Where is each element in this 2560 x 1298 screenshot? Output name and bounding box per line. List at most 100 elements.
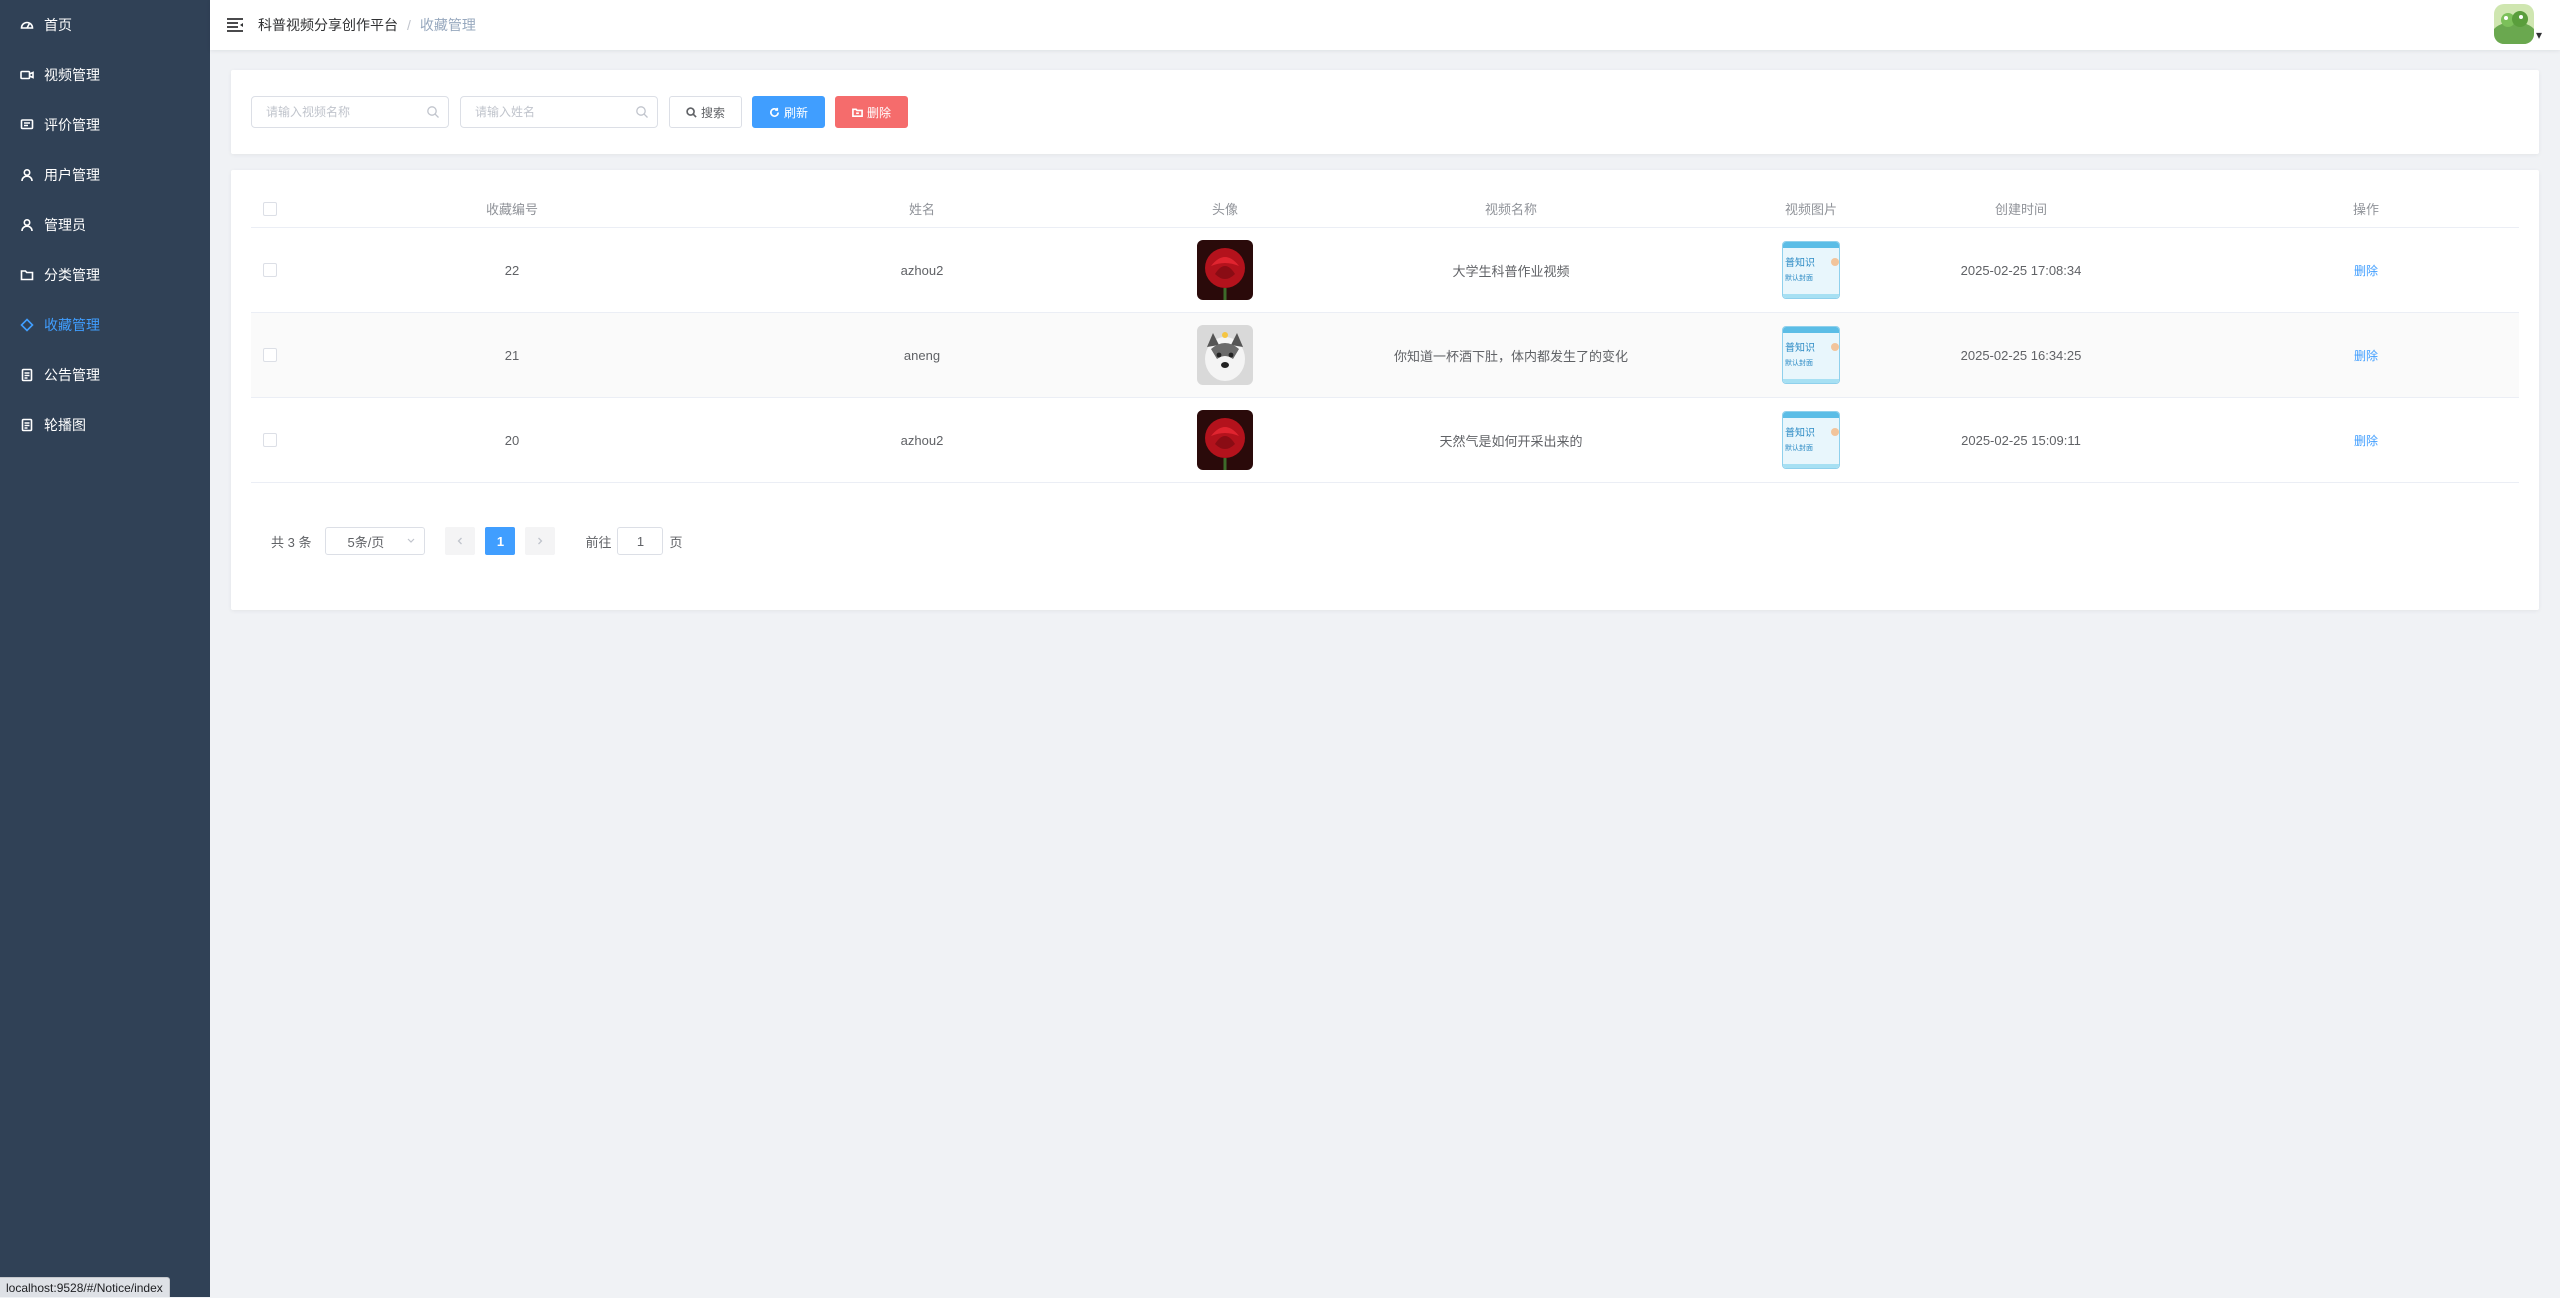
user-name-input[interactable] bbox=[475, 105, 625, 119]
folder-delete-icon bbox=[852, 107, 863, 118]
video-name-input[interactable] bbox=[266, 105, 416, 119]
row-checkbox[interactable] bbox=[263, 263, 277, 277]
video-name: 天然气是如何开采出来的 bbox=[1301, 398, 1721, 482]
user-avatar-image[interactable] bbox=[1197, 325, 1253, 385]
sidebar-item-label: 分类管理 bbox=[44, 265, 100, 285]
video-name: 大学生科普作业视频 bbox=[1301, 228, 1721, 312]
sidebar: 首页 视频管理 评价管理 用户管理 管理员 分类管理 收藏管理 公告管理 轮播图 bbox=[0, 0, 210, 1297]
page-size-value: 5条/页 bbox=[347, 532, 384, 551]
breadcrumb: 科普视频分享创作平台 / 收藏管理 bbox=[258, 15, 476, 35]
table-row: 20 azhou2 天然气是如何开采出来的 普知识默认封面 2025-02-25… bbox=[251, 398, 2519, 483]
hamburger-menu-icon[interactable] bbox=[225, 15, 245, 35]
video-thumbnail[interactable]: 普知识默认封面 bbox=[1782, 326, 1840, 384]
sidebar-item-video[interactable]: 视频管理 bbox=[0, 50, 210, 100]
chevron-right-icon bbox=[535, 536, 545, 546]
prev-page-button[interactable] bbox=[445, 527, 475, 555]
goto-page-input[interactable] bbox=[617, 527, 663, 555]
delete-link[interactable]: 删除 bbox=[2354, 262, 2378, 279]
thumbnail-title: 普知识 bbox=[1785, 341, 1815, 354]
column-header-name: 姓名 bbox=[811, 190, 1033, 227]
video-picture-cell: 普知识默认封面 bbox=[1761, 313, 1861, 397]
next-page-button[interactable] bbox=[525, 527, 555, 555]
created-time: 2025-02-25 15:09:11 bbox=[1871, 398, 2171, 482]
chevron-left-icon bbox=[455, 536, 465, 546]
admin-icon bbox=[20, 218, 34, 232]
column-header-avatar: 头像 bbox=[1191, 190, 1259, 227]
created-time: 2025-02-25 16:34:25 bbox=[1871, 313, 2171, 397]
user-avatar-dropdown[interactable]: ▾ bbox=[2494, 4, 2542, 44]
row-checkbox[interactable] bbox=[263, 433, 277, 447]
search-button-label: 搜索 bbox=[701, 104, 725, 121]
select-all-checkbox[interactable] bbox=[263, 202, 277, 216]
sidebar-item-notices[interactable]: 公告管理 bbox=[0, 350, 210, 400]
picture-icon bbox=[20, 418, 34, 432]
column-header-video-name: 视频名称 bbox=[1301, 190, 1721, 227]
video-picture-cell: 普知识默认封面 bbox=[1761, 228, 1861, 312]
video-camera-icon bbox=[20, 68, 34, 82]
delete-link[interactable]: 删除 bbox=[2354, 347, 2378, 364]
search-icon bbox=[426, 105, 440, 119]
search-button[interactable]: 搜索 bbox=[669, 96, 742, 128]
favorite-id: 20 bbox=[401, 398, 623, 482]
document-icon bbox=[20, 368, 34, 382]
video-name: 你知道一杯酒下肚，体内都发生了的变化 bbox=[1301, 313, 1721, 397]
comment-icon bbox=[20, 118, 34, 132]
thumbnail-title: 普知识 bbox=[1785, 256, 1815, 269]
favorites-table: 收藏编号 姓名 头像 视频名称 视频图片 创建时间 操作 22 azhou2 大… bbox=[251, 190, 2519, 483]
refresh-button[interactable]: 刷新 bbox=[752, 96, 825, 128]
thumbnail-subtitle: 默认封面 bbox=[1785, 443, 1813, 452]
sidebar-item-categories[interactable]: 分类管理 bbox=[0, 250, 210, 300]
column-header-created-time: 创建时间 bbox=[1871, 190, 2171, 227]
sidebar-item-home[interactable]: 首页 bbox=[0, 0, 210, 50]
thumbnail-title: 普知识 bbox=[1785, 426, 1815, 439]
sidebar-item-label: 评价管理 bbox=[44, 115, 100, 135]
sidebar-item-favorites[interactable]: 收藏管理 bbox=[0, 300, 210, 350]
sidebar-item-label: 轮播图 bbox=[44, 415, 86, 435]
sidebar-item-comments[interactable]: 评价管理 bbox=[0, 100, 210, 150]
page-size-select[interactable]: 5条/页 bbox=[325, 527, 425, 555]
refresh-button-label: 刷新 bbox=[784, 104, 808, 121]
user-avatar-image[interactable] bbox=[1197, 240, 1253, 300]
video-name-search-field[interactable] bbox=[251, 96, 449, 128]
batch-delete-button[interactable]: 删除 bbox=[835, 96, 908, 128]
video-thumbnail[interactable]: 普知识默认封面 bbox=[1782, 411, 1840, 469]
search-icon bbox=[686, 107, 697, 118]
breadcrumb-current: 收藏管理 bbox=[420, 15, 476, 35]
sidebar-item-admins[interactable]: 管理员 bbox=[0, 200, 210, 250]
user-icon bbox=[20, 168, 34, 182]
goto-suffix: 页 bbox=[669, 532, 682, 551]
favorite-id: 22 bbox=[401, 228, 623, 312]
sidebar-item-users[interactable]: 用户管理 bbox=[0, 150, 210, 200]
caret-down-icon: ▾ bbox=[2536, 28, 2542, 42]
page-number-button[interactable]: 1 bbox=[485, 527, 515, 555]
breadcrumb-separator: / bbox=[407, 17, 411, 33]
row-select-cell bbox=[251, 313, 289, 397]
thumbnail-subtitle: 默认封面 bbox=[1785, 358, 1813, 367]
sidebar-item-label: 用户管理 bbox=[44, 165, 100, 185]
user-avatar-image[interactable] bbox=[1197, 410, 1253, 470]
row-select-cell bbox=[251, 398, 289, 482]
sidebar-item-label: 公告管理 bbox=[44, 365, 100, 385]
search-icon bbox=[635, 105, 649, 119]
thumbnail-subtitle: 默认封面 bbox=[1785, 273, 1813, 282]
avatar-cell bbox=[1191, 398, 1259, 482]
favorites-table-panel: 收藏编号 姓名 头像 视频名称 视频图片 创建时间 操作 22 azhou2 大… bbox=[231, 170, 2539, 610]
actions-cell: 删除 bbox=[2291, 228, 2441, 312]
pagination-jumper: 前往 页 bbox=[585, 527, 682, 555]
video-thumbnail[interactable]: 普知识默认封面 bbox=[1782, 241, 1840, 299]
user-name: azhou2 bbox=[811, 398, 1033, 482]
folder-icon bbox=[20, 268, 34, 282]
user-name: aneng bbox=[811, 313, 1033, 397]
search-panel: 搜索 刷新 删除 bbox=[231, 70, 2539, 154]
column-header-actions: 操作 bbox=[2291, 190, 2441, 227]
row-checkbox[interactable] bbox=[263, 348, 277, 362]
video-picture-cell: 普知识默认封面 bbox=[1761, 398, 1861, 482]
user-name-search-field[interactable] bbox=[460, 96, 658, 128]
sidebar-item-carousel[interactable]: 轮播图 bbox=[0, 400, 210, 450]
favorite-id: 21 bbox=[401, 313, 623, 397]
pagination: 共 3 条 5条/页 1 前往 页 bbox=[271, 527, 683, 555]
breadcrumb-home[interactable]: 科普视频分享创作平台 bbox=[258, 15, 398, 35]
actions-cell: 删除 bbox=[2291, 313, 2441, 397]
refresh-icon bbox=[769, 107, 780, 118]
delete-link[interactable]: 删除 bbox=[2354, 432, 2378, 449]
